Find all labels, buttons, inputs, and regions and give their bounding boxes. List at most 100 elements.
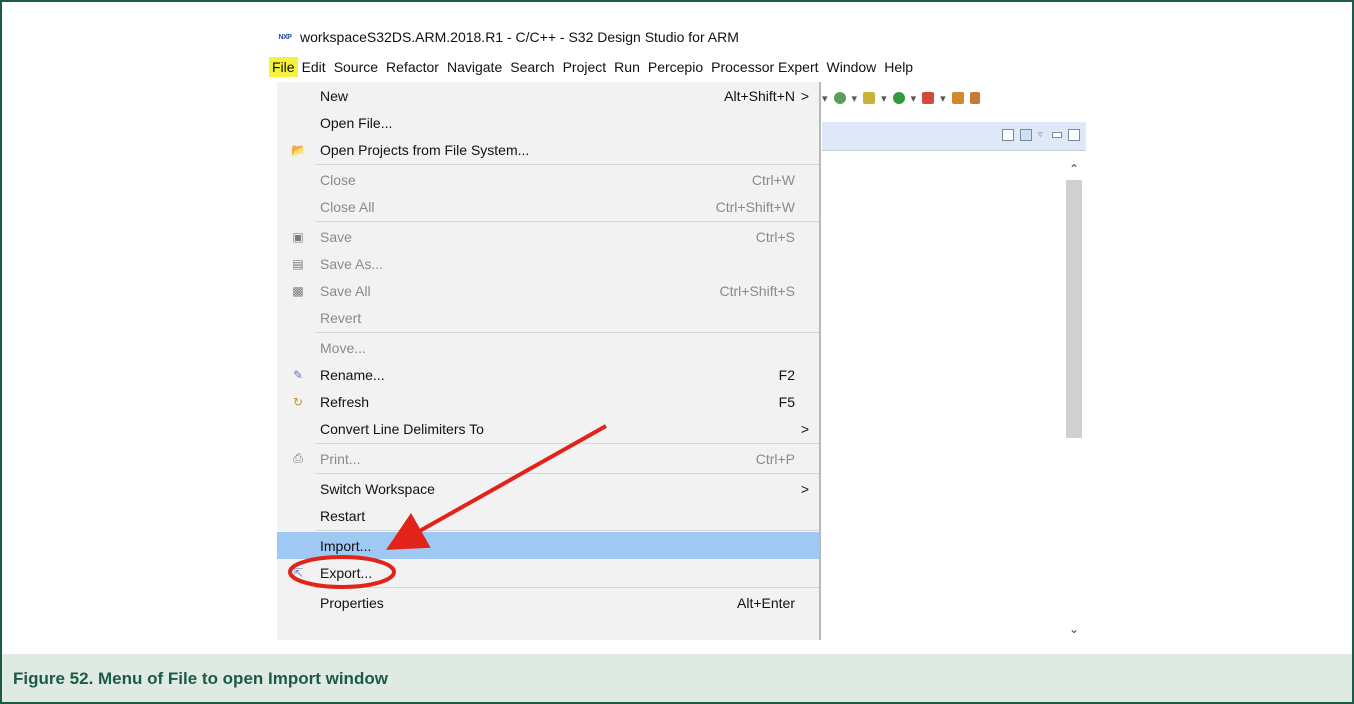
menu-item-save[interactable]: ▣ Save Ctrl+S bbox=[277, 223, 819, 250]
save-as-icon: ▤ bbox=[292, 256, 304, 271]
menu-project[interactable]: Project bbox=[559, 57, 611, 77]
submenu-arrow-icon: > bbox=[800, 87, 809, 104]
menu-item-label: Close bbox=[320, 171, 356, 188]
open-perspective-icon[interactable] bbox=[951, 92, 964, 104]
menu-run[interactable]: Run bbox=[610, 57, 644, 77]
menu-navigate[interactable]: Navigate bbox=[443, 57, 506, 77]
menu-source[interactable]: Source bbox=[330, 57, 382, 77]
menu-edit[interactable]: Edit bbox=[298, 57, 330, 77]
submenu-arrow-icon: > bbox=[800, 420, 809, 437]
menu-item-shortcut: Ctrl+S bbox=[755, 228, 795, 245]
refresh-icon: ↻ bbox=[292, 394, 304, 409]
minimize-icon[interactable] bbox=[1052, 132, 1062, 138]
menu-item-save-as[interactable]: ▤ Save As... bbox=[277, 250, 819, 277]
menu-item-convert-line-delimiters[interactable]: Convert Line Delimiters To > bbox=[277, 415, 819, 442]
view-header: ▿ bbox=[822, 122, 1086, 151]
submenu-arrow-icon: > bbox=[800, 480, 809, 497]
menu-item-new[interactable]: New Alt+Shift+N > bbox=[277, 82, 819, 109]
folder-icon: 📂 bbox=[291, 142, 306, 157]
menu-item-restart[interactable]: Restart bbox=[277, 502, 819, 529]
debug-icon[interactable] bbox=[863, 92, 876, 104]
menu-item-label: Export... bbox=[320, 564, 373, 581]
menu-item-label: Convert Line Delimiters To bbox=[320, 420, 484, 437]
menu-processor-expert[interactable]: Processor Expert bbox=[707, 57, 822, 77]
menu-item-open-file[interactable]: Open File... bbox=[277, 109, 819, 136]
menu-separator bbox=[315, 221, 819, 222]
menu-item-shortcut: Alt+Shift+N bbox=[724, 87, 795, 104]
menu-separator bbox=[315, 473, 819, 474]
collapse-all-icon[interactable] bbox=[1002, 129, 1014, 141]
maximize-icon[interactable] bbox=[1068, 129, 1080, 141]
menu-item-label: Restart bbox=[320, 507, 366, 524]
rename-icon: ✎ bbox=[292, 367, 304, 382]
menu-item-label: Rename... bbox=[320, 366, 385, 383]
menu-item-label: New bbox=[320, 87, 349, 104]
menu-item-label: Save As... bbox=[320, 255, 384, 272]
menu-item-shortcut: Ctrl+Shift+W bbox=[715, 198, 795, 215]
menu-item-shortcut: Alt+Enter bbox=[737, 594, 795, 611]
print-icon: ⎙ bbox=[293, 451, 303, 465]
pen-icon[interactable] bbox=[969, 92, 980, 104]
menu-item-shortcut: F5 bbox=[778, 393, 795, 410]
save-icon: ▣ bbox=[292, 229, 304, 244]
export-icon: ⇱ bbox=[292, 565, 304, 580]
menu-item-label: Refresh bbox=[320, 393, 370, 410]
menu-separator bbox=[315, 443, 819, 444]
menu-separator bbox=[315, 164, 819, 165]
menu-item-label: Save All bbox=[320, 282, 371, 299]
window-titlebar: NXP workspaceS32DS.ARM.2018.R1 - C/C++ -… bbox=[276, 26, 739, 48]
menu-item-shortcut: Ctrl+W bbox=[751, 171, 795, 188]
menu-file[interactable]: File bbox=[269, 57, 298, 77]
save-all-icon: ▩ bbox=[292, 283, 304, 298]
menu-item-move[interactable]: Move... bbox=[277, 334, 819, 361]
menu-item-print[interactable]: ⎙ Print... Ctrl+P bbox=[277, 445, 819, 472]
link-editor-icon[interactable] bbox=[1020, 129, 1032, 141]
run-icon[interactable] bbox=[892, 92, 905, 104]
menu-item-rename[interactable]: ✎ Rename... F2 bbox=[277, 361, 819, 388]
external-tools-icon[interactable] bbox=[922, 92, 935, 104]
scroll-down-icon[interactable]: ⌄ bbox=[1069, 622, 1079, 636]
menu-item-label: Print... bbox=[320, 450, 361, 467]
menu-item-label: Switch Workspace bbox=[320, 480, 435, 497]
dropdown-arrow-icon[interactable]: ▾ bbox=[881, 92, 887, 105]
menu-item-shortcut: F2 bbox=[778, 366, 795, 383]
menu-search[interactable]: Search bbox=[506, 57, 558, 77]
main-toolbar: ▾ ▾ ▾ ▾ ▾ bbox=[822, 86, 1084, 110]
refresh-build-icon[interactable] bbox=[833, 92, 846, 104]
menu-separator bbox=[315, 332, 819, 333]
scroll-up-icon[interactable]: ⌃ bbox=[1069, 162, 1079, 176]
menu-item-save-all[interactable]: ▩ Save All Ctrl+Shift+S bbox=[277, 277, 819, 304]
menu-item-label: Import... bbox=[320, 537, 372, 554]
menu-help[interactable]: Help bbox=[880, 57, 917, 77]
dropdown-arrow-icon[interactable]: ▾ bbox=[822, 92, 828, 105]
menu-refactor[interactable]: Refactor bbox=[382, 57, 443, 77]
nxp-logo-icon: NXP bbox=[278, 33, 292, 41]
menubar: File Edit Source Refactor Navigate Searc… bbox=[269, 56, 917, 78]
menu-item-label: Open File... bbox=[320, 114, 393, 131]
menu-item-close[interactable]: Close Ctrl+W bbox=[277, 166, 819, 193]
menu-item-label: Move... bbox=[320, 339, 366, 356]
menu-item-switch-workspace[interactable]: Switch Workspace > bbox=[277, 475, 819, 502]
menu-window[interactable]: Window bbox=[823, 57, 881, 77]
file-menu-dropdown: New Alt+Shift+N > Open File... 📂 Open Pr… bbox=[277, 82, 821, 640]
vertical-scrollbar[interactable] bbox=[1066, 180, 1082, 438]
menu-item-close-all[interactable]: Close All Ctrl+Shift+W bbox=[277, 193, 819, 220]
menu-percepio[interactable]: Percepio bbox=[644, 57, 707, 77]
window-title: workspaceS32DS.ARM.2018.R1 - C/C++ - S32… bbox=[300, 29, 739, 45]
menu-item-label: Revert bbox=[320, 309, 362, 326]
menu-item-label: Save bbox=[320, 228, 352, 245]
menu-item-import[interactable]: Import... bbox=[277, 532, 819, 559]
dropdown-arrow-icon[interactable]: ▾ bbox=[940, 92, 946, 105]
menu-item-revert[interactable]: Revert bbox=[277, 304, 819, 331]
menu-item-export[interactable]: ⇱ Export... bbox=[277, 559, 819, 586]
menu-item-refresh[interactable]: ↻ Refresh F5 bbox=[277, 388, 819, 415]
view-menu-icon[interactable]: ▿ bbox=[1038, 130, 1046, 139]
dropdown-arrow-icon[interactable]: ▾ bbox=[911, 92, 917, 105]
menu-item-open-projects[interactable]: 📂 Open Projects from File System... bbox=[277, 136, 819, 163]
menu-item-properties[interactable]: Properties Alt+Enter bbox=[277, 589, 819, 616]
menu-item-label: Open Projects from File System... bbox=[320, 141, 530, 158]
figure-caption: Figure 52. Menu of File to open Import w… bbox=[13, 669, 388, 688]
dropdown-arrow-icon[interactable]: ▾ bbox=[852, 92, 858, 105]
menu-item-shortcut: Ctrl+Shift+S bbox=[719, 282, 795, 299]
figure-caption-bar: Figure 52. Menu of File to open Import w… bbox=[2, 654, 1352, 702]
